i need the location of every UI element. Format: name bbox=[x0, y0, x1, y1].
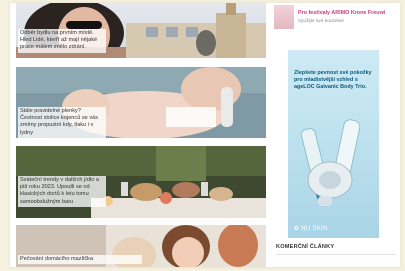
article-card-2[interactable]: Stále pravidelné plenky? Čestnost stolic… bbox=[16, 67, 266, 138]
article-card-4[interactable]: Pečování domácího mazlíčka bbox=[16, 225, 266, 267]
sidebar: Pro festivaly ARIMO Krone Freuwi Využijt… bbox=[270, 3, 400, 267]
page: Odběr bydlu na prvním místě. Hled Lidé, … bbox=[10, 3, 400, 267]
article-list: Odběr bydlu na prvním místě. Hled Lidé, … bbox=[16, 3, 266, 267]
section-divider bbox=[276, 254, 396, 255]
promo-subtitle: Využijte své kouzelné bbox=[298, 19, 344, 24]
ad-brand-logo: ✿ NU SKIN bbox=[294, 226, 328, 232]
article-caption-1[interactable]: Odběr bydlu na prvním místě. Hled Lidé, … bbox=[18, 29, 106, 53]
article-card-1[interactable]: Odběr bydlu na prvním místě. Hled Lidé, … bbox=[16, 3, 266, 58]
ad-brand-name: NU SKIN bbox=[301, 226, 328, 232]
commercial-articles-heading: KOMERČNÍ ČLÁNKY bbox=[276, 244, 335, 250]
article-card-3[interactable]: Sváteční trendy v dalších jídlo a pití r… bbox=[16, 146, 266, 218]
advertisement-banner[interactable]: Zlepšete pevnost své pokožky pro mladist… bbox=[288, 50, 379, 238]
ad-product-image bbox=[300, 119, 361, 206]
article-caption-2[interactable]: Stále pravidelné plenky? Čestnost stolic… bbox=[18, 107, 106, 138]
promo-image[interactable] bbox=[274, 5, 294, 29]
article-caption-3[interactable]: Sváteční trendy v dalších jídlo a pití r… bbox=[18, 176, 106, 207]
article-caption-4[interactable]: Pečování domácího mazlíčka bbox=[18, 255, 142, 265]
promo-title[interactable]: Pro festivaly ARIMO Krone Freuwi bbox=[298, 10, 385, 16]
promo-widget[interactable]: Pro festivaly ARIMO Krone Freuwi Využijt… bbox=[274, 5, 396, 33]
